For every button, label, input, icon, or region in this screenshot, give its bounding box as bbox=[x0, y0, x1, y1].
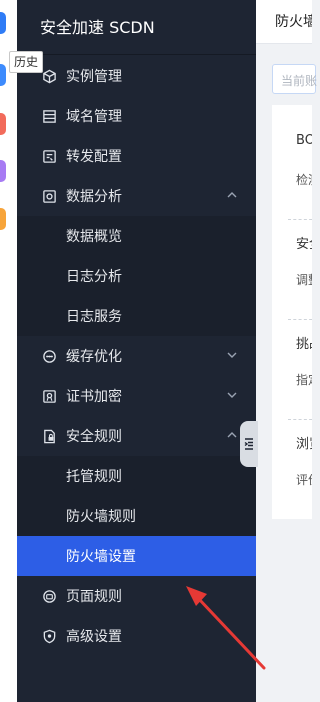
setting-title-3: 挑战 bbox=[296, 337, 312, 352]
chevron-down-icon bbox=[227, 392, 237, 398]
sidebar: 安全加速 SCDN 实例管理 域名管理 转发配置 数据分析 数据概览 日志分析 … bbox=[17, 0, 256, 702]
browser-side-strip bbox=[0, 0, 17, 702]
sidebar-item-security-rules[interactable]: 安全规则 bbox=[17, 416, 256, 456]
page-rules-icon bbox=[41, 588, 57, 604]
sidebar-item-label: 证书加密 bbox=[66, 389, 122, 405]
sidebar-item-instances[interactable]: 实例管理 bbox=[17, 56, 256, 96]
sidebar-item-managed-rules[interactable]: 托管规则 bbox=[17, 456, 256, 496]
chevron-up-icon bbox=[227, 432, 237, 438]
sidebar-item-label: 数据概览 bbox=[66, 229, 122, 245]
sidebar-item-firewall-rules[interactable]: 防火墙规则 bbox=[17, 496, 256, 536]
app-shortcut-blue-icon[interactable] bbox=[0, 12, 6, 34]
sidebar-item-log-analysis[interactable]: 日志分析 bbox=[17, 256, 256, 296]
sidebar-item-analytics[interactable]: 数据分析 bbox=[17, 176, 256, 216]
sidebar-menu: 实例管理 域名管理 转发配置 数据分析 数据概览 日志分析 日志服务 缓存优化 bbox=[17, 55, 256, 656]
sidebar-item-advanced[interactable]: 高级设置 bbox=[17, 616, 256, 656]
divider bbox=[288, 219, 312, 220]
sidebar-item-label: 高级设置 bbox=[66, 629, 122, 645]
sidebar-item-certificates[interactable]: 证书加密 bbox=[17, 376, 256, 416]
sidebar-item-cache[interactable]: 缓存优化 bbox=[17, 336, 256, 376]
chevron-up-icon bbox=[227, 192, 237, 198]
setting-desc-4: 评价 bbox=[296, 473, 312, 487]
sidebar-item-firewall-settings[interactable]: 防火墙设置 bbox=[17, 536, 256, 576]
sidebar-item-label: 日志服务 bbox=[66, 309, 122, 325]
sidebar-item-label: 域名管理 bbox=[66, 109, 122, 125]
tab-bar: 防火墙 bbox=[256, 0, 312, 44]
sidebar-item-label: 页面规则 bbox=[66, 589, 122, 605]
setting-desc-3: 指定 bbox=[296, 373, 312, 387]
chart-icon bbox=[41, 188, 57, 204]
certificate-icon bbox=[41, 388, 57, 404]
app-shortcut-blue-icon-2[interactable] bbox=[0, 64, 6, 86]
document-lock-icon bbox=[41, 428, 57, 444]
divider bbox=[288, 319, 312, 320]
setting-desc-2: 调整 bbox=[296, 273, 312, 287]
sidebar-item-log-service[interactable]: 日志服务 bbox=[17, 296, 256, 336]
account-select-placeholder: 当前账 bbox=[281, 74, 318, 88]
sidebar-item-label: 防火墙规则 bbox=[66, 509, 136, 525]
setting-title-2: 安全 bbox=[296, 237, 312, 252]
app-shortcut-red-icon[interactable] bbox=[0, 113, 6, 135]
chevron-down-icon bbox=[227, 352, 237, 358]
tab-firewall[interactable]: 防火墙 bbox=[275, 0, 312, 44]
shield-icon bbox=[41, 628, 57, 644]
sidebar-collapse-handle[interactable] bbox=[240, 421, 258, 467]
history-tooltip: 历史 bbox=[9, 51, 43, 73]
sidebar-item-data-overview[interactable]: 数据概览 bbox=[17, 216, 256, 256]
cache-icon bbox=[41, 348, 57, 364]
account-select-input[interactable]: 当前账 bbox=[272, 64, 318, 94]
sidebar-title: 安全加速 SCDN bbox=[17, 0, 256, 55]
sidebar-item-domains[interactable]: 域名管理 bbox=[17, 96, 256, 136]
sidebar-item-label: 缓存优化 bbox=[66, 349, 122, 365]
collapse-menu-icon bbox=[244, 438, 253, 450]
setting-title-4: 浏览 bbox=[296, 437, 312, 452]
cube-icon bbox=[41, 68, 57, 84]
setting-desc-1: 检测 bbox=[296, 173, 312, 187]
sidebar-item-label: 托管规则 bbox=[66, 469, 122, 485]
sidebar-item-label: 安全规则 bbox=[66, 429, 122, 445]
sidebar-item-forwarding[interactable]: 转发配置 bbox=[17, 136, 256, 176]
config-icon bbox=[41, 148, 57, 164]
sidebar-item-page-rules[interactable]: 页面规则 bbox=[17, 576, 256, 616]
list-box-icon bbox=[41, 108, 57, 124]
app-shortcut-orange-icon[interactable] bbox=[0, 208, 6, 230]
sidebar-item-label: 实例管理 bbox=[66, 69, 122, 85]
divider bbox=[288, 419, 312, 420]
settings-panel: BO 检测 安全 调整 挑战 指定 浏览 评价 bbox=[272, 105, 312, 519]
sidebar-item-label: 转发配置 bbox=[66, 149, 122, 165]
sidebar-item-label: 日志分析 bbox=[66, 269, 122, 285]
app-shortcut-purple-icon[interactable] bbox=[0, 160, 6, 182]
sidebar-item-label: 数据分析 bbox=[66, 189, 122, 205]
sidebar-item-label: 防火墙设置 bbox=[66, 549, 136, 565]
setting-title-1: BO bbox=[296, 133, 312, 148]
